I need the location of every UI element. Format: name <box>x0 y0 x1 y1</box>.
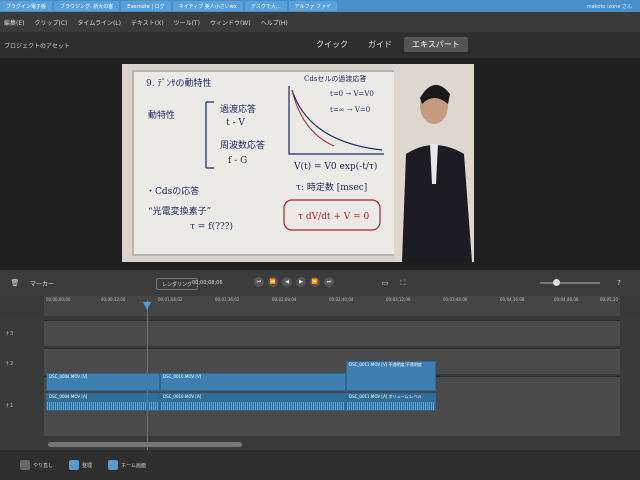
redo-label: やり直し <box>33 462 54 469</box>
clip-label: DSC_0011.MOV [V] 不透明度:不透明度 <box>349 362 422 367</box>
user-label[interactable]: makoto izone さん <box>581 1 638 11</box>
track-lane[interactable] <box>44 348 620 374</box>
go-to-start-icon[interactable]: ⏮ <box>254 277 264 287</box>
video-clip[interactable]: DSC_0004.MOV [V] <box>46 373 160 391</box>
tick-label: 00;04;48;08 <box>554 297 579 302</box>
tick-label: 00;02;08;04 <box>272 297 297 302</box>
presenter-figure <box>394 64 474 262</box>
tab-quick[interactable]: クイック <box>308 37 356 52</box>
organize-button[interactable]: 整理 <box>69 460 92 470</box>
audio-waveform <box>47 402 159 410</box>
step-forward-icon[interactable]: ⏩ <box>310 277 320 287</box>
audio-clip[interactable]: DSC_0011.MOV [A] ボリューム:レベル <box>346 393 436 411</box>
track-header[interactable]: ｵ 2 <box>0 352 44 374</box>
tab-guided[interactable]: ガイド <box>360 37 400 52</box>
browser-tab-strip: プラグイン電子版 ブラウジング: 新大の客 Evernote | ログ ネイティ… <box>0 0 640 12</box>
playhead[interactable] <box>147 300 148 450</box>
video-clip[interactable]: DSC_0011.MOV [V] 不透明度:不透明度 <box>346 361 436 391</box>
audio-waveform <box>161 402 345 410</box>
preview-monitor: 9. ﾃﾞﾝｻの動特性 動特性 過渡応答 t - V 周波数応答 f - G ・… <box>0 58 640 270</box>
timeline-tracks: ｵ 3 ｵ 2 ｵ 1 DSC_0004.MOV [V] DSC_0010.MO… <box>0 316 640 450</box>
tab-expert[interactable]: エキスパート <box>404 37 468 52</box>
tick-label: 00;01;04;02 <box>158 297 183 302</box>
mode-bar: プロジェクトのアセット クイック ガイド エキスパート <box>0 32 640 58</box>
trash-icon[interactable]: 🗑 <box>8 276 22 290</box>
tick-label: 00;01;36;02 <box>215 297 240 302</box>
audio-waveform <box>347 402 435 410</box>
marker-button[interactable]: マーカー <box>30 279 54 288</box>
ruler-track[interactable]: 00;00;00;00 00;00;32;00 00;01;04;02 00;0… <box>44 296 620 316</box>
fullscreen-icon[interactable]: ⛶ <box>396 276 410 290</box>
whiteboard-drawings <box>205 86 384 231</box>
whiteboard: 9. ﾃﾞﾝｻの動特性 動特性 過渡応答 t - V 周波数応答 f - G ・… <box>132 70 407 256</box>
clip-label: DSC_0010.MOV [V] <box>163 374 202 379</box>
mode-tabs: クイック ガイド エキスパート <box>308 37 468 52</box>
grid-icon <box>69 460 80 470</box>
project-assets-button[interactable]: プロジェクトのアセット <box>4 41 70 50</box>
track-lane[interactable] <box>44 320 620 346</box>
tick-label: 00;04;16;08 <box>500 297 525 302</box>
browser-tab[interactable]: Evernote | ログ <box>121 1 171 11</box>
play-icon[interactable]: ▶ <box>296 277 306 287</box>
track-header[interactable]: ｵ 1 <box>0 394 44 416</box>
browser-tab[interactable]: デスクで大... <box>244 1 287 11</box>
time-ruler[interactable]: 00;00;00;00 00;00;32;00 00;01;04;02 00;0… <box>0 296 640 316</box>
tick-label: 00;03;12;06 <box>386 297 411 302</box>
transport-controls: ⏮ ⏪ ◀ ▶ ⏩ ⏭ <box>254 277 334 287</box>
menu-text[interactable]: テキスト(X) <box>131 18 164 27</box>
audio-clip[interactable]: DSC_0004.MOV [A] <box>46 393 160 411</box>
track-header[interactable]: ｵ 3 <box>0 322 44 344</box>
clip-label: DSC_0010.MOV [A] <box>163 394 202 399</box>
step-back-icon[interactable]: ⏪ <box>268 277 278 287</box>
video-clip[interactable]: DSC_0010.MOV [V] <box>160 373 346 391</box>
browser-tab[interactable]: ネイティブ 美人小さいwx <box>172 1 243 11</box>
tick-label: 00;00;32;00 <box>101 297 126 302</box>
play-back-icon[interactable]: ◀ <box>282 277 292 287</box>
audio-clip[interactable]: DSC_0010.MOV [A] <box>160 393 346 411</box>
timeline-scrollbar[interactable] <box>48 442 242 447</box>
go-to-end-icon[interactable]: ⏭ <box>324 277 334 287</box>
menu-clip[interactable]: クリップ(C) <box>34 18 67 27</box>
home-screen-label: ホーム画面 <box>121 462 146 469</box>
menu-tools[interactable]: ツール(T) <box>174 18 200 27</box>
menu-timeline[interactable]: タイムライン(L) <box>77 18 121 27</box>
timeline-toolbar: 🗑 マーカー レンダリング 00;00;08;06 ⏮ ⏪ ◀ ▶ ⏩ ⏭ ▭ … <box>0 270 640 296</box>
browser-tab[interactable]: アルファ ファイ <box>288 1 338 11</box>
tick-label: 00;05;20 <box>600 297 618 302</box>
menu-window[interactable]: ウィンドウ(W) <box>210 18 251 27</box>
browser-tab[interactable]: ブラウジング: 新大の客 <box>54 1 120 11</box>
video-frame[interactable]: 9. ﾃﾞﾝｻの動特性 動特性 過渡応答 t - V 周波数応答 f - G ・… <box>122 64 474 262</box>
menu-edit[interactable]: 編集(E) <box>4 18 24 27</box>
track-lane[interactable]: DSC_0004.MOV [V] DSC_0010.MOV [V] DSC_00… <box>44 361 620 436</box>
monitor-icon[interactable]: ▭ <box>378 276 392 290</box>
timecode-display: 00;00;08;06 <box>192 280 223 286</box>
app-window: プラグイン電子版 ブラウジング: 新大の客 Evernote | ログ ネイティ… <box>0 0 640 480</box>
home-icon <box>108 460 119 470</box>
menu-help[interactable]: ヘルプ(H) <box>261 18 288 27</box>
menu-bar: 編集(E) クリップ(C) タイムライン(L) テキスト(X) ツール(T) ウ… <box>0 12 640 32</box>
zoom-slider-knob[interactable] <box>553 279 560 286</box>
organize-label: 整理 <box>82 462 93 469</box>
redo-icon <box>20 460 30 470</box>
clip-label: DSC_0011.MOV [A] ボリューム:レベル <box>349 394 422 399</box>
browser-tab[interactable]: プラグイン電子版 <box>0 1 53 11</box>
redo-button[interactable]: やり直し <box>20 460 53 470</box>
tick-label: 00;03;44;06 <box>443 297 468 302</box>
zoom-slider[interactable] <box>540 282 600 284</box>
clip-label: DSC_0004.MOV [A] <box>49 394 88 399</box>
help-icon[interactable]: ? <box>612 276 626 290</box>
tick-label: 00;02;40;04 <box>329 297 354 302</box>
bottom-bar: やり直し 整理 ホーム画面 <box>0 450 640 480</box>
clip-label: DSC_0004.MOV [V] <box>49 374 88 379</box>
tick-label: 00;00;00;00 <box>46 297 71 302</box>
home-screen-button[interactable]: ホーム画面 <box>108 460 146 470</box>
